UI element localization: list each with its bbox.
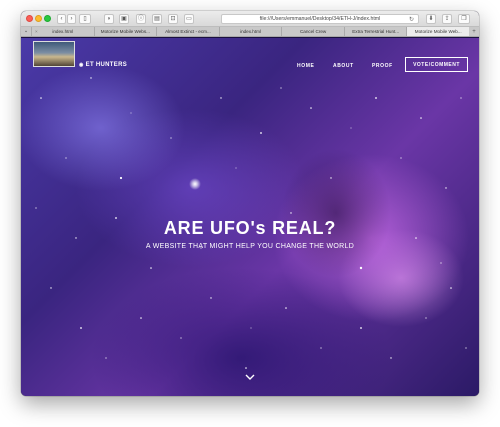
tab-label: Motorize Mobile Webs... xyxy=(100,29,150,34)
badge-icon: ▣ xyxy=(121,16,127,22)
download-icon: ⬇ xyxy=(428,16,434,22)
brand-text: ET HUNTERS xyxy=(85,62,128,68)
nav-link-proof[interactable]: PROOF xyxy=(372,63,393,69)
info-icon: ⓘ xyxy=(137,16,144,22)
browser-window: ‹ › ▯ ◗ ▣ ⓘ ▤ ⊡ ▭ file:///Users/emmanuel… xyxy=(21,11,479,396)
tab-label: Motorize Mobile Web... xyxy=(414,29,462,34)
eye-icon: ◉ xyxy=(79,62,84,68)
nav-link-home[interactable]: HOME xyxy=(297,63,314,69)
tab-bar: ▪ × index.html Motorize Mobile Webs... Al… xyxy=(21,27,479,37)
tab-label: index.html xyxy=(240,29,261,34)
bookmark-icon: ⊡ xyxy=(170,16,176,22)
address-bar[interactable]: file:///Users/emmanuel/Desktop/34/ETH-J/… xyxy=(221,14,419,24)
sidebar-toggle-icon: ▪ xyxy=(25,28,27,35)
minimize-window-button[interactable] xyxy=(35,15,42,22)
download-button[interactable]: ⬇ xyxy=(426,14,436,24)
site-logo-image[interactable] xyxy=(33,41,75,67)
extension-button-3[interactable]: ⓘ xyxy=(136,14,146,24)
new-tab-button[interactable]: + xyxy=(469,27,479,36)
tab[interactable]: × index.html xyxy=(31,27,94,36)
tab[interactable]: Almost Extinct - ecm... xyxy=(156,27,219,36)
tabs-overview-button[interactable]: ❐ xyxy=(458,14,470,24)
scroll-down-button[interactable] xyxy=(243,372,257,382)
tab[interactable]: Motorize Mobile Webs... xyxy=(93,27,157,36)
hero-subtitle: A WEBSITE THAT MIGHT HELP YOU CHANGE THE… xyxy=(145,243,355,250)
maximize-window-button[interactable] xyxy=(44,15,51,22)
back-button[interactable]: ‹ xyxy=(57,14,66,24)
hero-title: ARE UFO's REAL? xyxy=(163,218,337,238)
tab[interactable]: Extra Terrestrial Hunt... xyxy=(343,27,407,36)
address-text: file:///Users/emmanuel/Desktop/34/ETH-J/… xyxy=(259,16,381,22)
extension-button-2[interactable]: ▣ xyxy=(119,14,129,24)
tab-label: index.html xyxy=(52,29,74,34)
tab[interactable]: index.html xyxy=(218,27,282,36)
chevron-right-icon: › xyxy=(70,16,73,22)
site-brand[interactable]: ◉ ET HUNTERS xyxy=(79,62,127,68)
browser-toolbar: ‹ › ▯ ◗ ▣ ⓘ ▤ ⊡ ▭ file:///Users/emmanuel… xyxy=(21,11,479,27)
share-button[interactable]: ⇪ xyxy=(442,14,452,24)
close-tab-icon[interactable]: × xyxy=(35,29,38,34)
tab-label: Cancel Crew xyxy=(299,29,327,34)
nav-link-about[interactable]: ABOUT xyxy=(333,63,354,69)
extension-button-5[interactable]: ⊡ xyxy=(168,14,178,24)
reload-icon[interactable]: ↻ xyxy=(409,16,414,23)
screen-icon: ▭ xyxy=(186,16,192,22)
sidebar-button[interactable]: ▯ xyxy=(79,14,91,24)
close-window-button[interactable] xyxy=(26,15,33,22)
extension-button-1[interactable]: ◗ xyxy=(104,14,114,24)
tab[interactable]: Cancel Crew xyxy=(281,27,344,36)
chevron-down-icon xyxy=(245,374,255,380)
plus-icon: + xyxy=(472,28,476,35)
extension-button-6[interactable]: ▭ xyxy=(184,14,194,24)
starfield-background xyxy=(35,77,467,369)
vote-comment-button[interactable]: VOTE/COMMENT xyxy=(405,57,468,72)
tab-label: Extra Terrestrial Hunt... xyxy=(352,29,400,34)
tabs-icon: ❐ xyxy=(461,16,467,22)
tab-active[interactable]: Motorize Mobile Web... xyxy=(406,27,470,36)
tab-label: Almost Extinct - ecm... xyxy=(165,29,211,34)
tab-sidebar-button[interactable]: ▪ xyxy=(21,27,31,36)
chevron-left-icon: ‹ xyxy=(60,16,63,22)
pocket-icon: ◗ xyxy=(107,16,111,22)
bright-star xyxy=(189,178,201,190)
sidebar-icon: ▯ xyxy=(83,16,87,22)
forward-button[interactable]: › xyxy=(67,14,76,24)
share-icon: ⇪ xyxy=(444,16,450,22)
extension-button-4[interactable]: ▤ xyxy=(152,14,162,24)
reader-icon: ▤ xyxy=(154,16,160,22)
web-page: ◉ ET HUNTERS HOME ABOUT PROOF VOTE/COMMEN… xyxy=(21,38,479,396)
